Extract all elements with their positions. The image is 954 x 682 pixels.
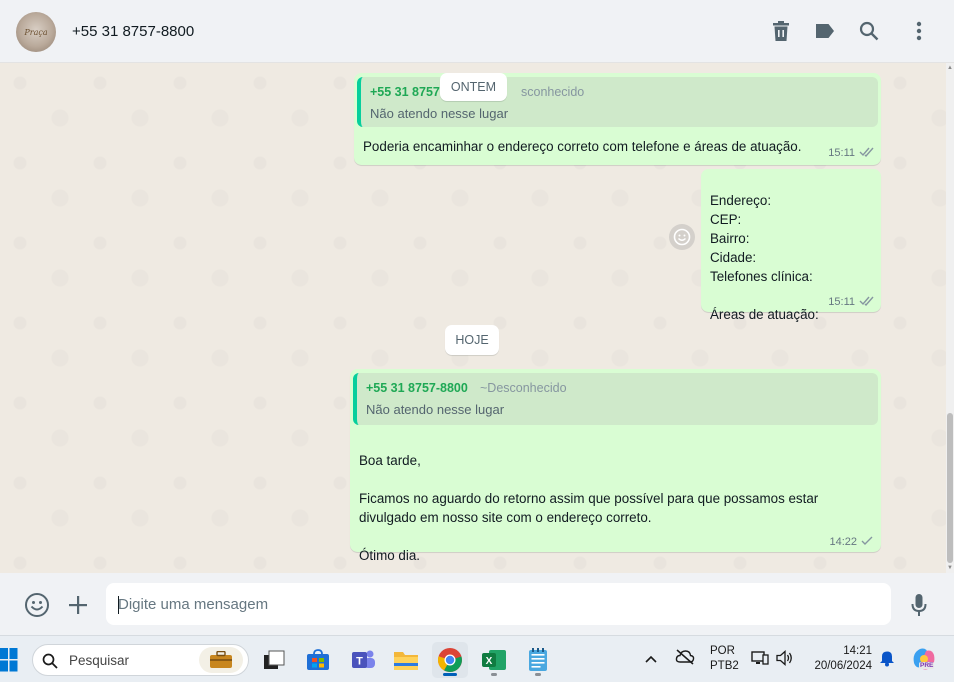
microphone-icon[interactable] xyxy=(905,591,933,619)
message-meta: 15:11 xyxy=(828,295,875,309)
line-closing: Ótimo dia. xyxy=(359,548,421,563)
search-label: Pesquisar xyxy=(69,653,130,668)
line-areas: Áreas de atuação: xyxy=(710,307,819,322)
line-greeting: Boa tarde, xyxy=(359,453,421,468)
running-app-indicator xyxy=(535,673,541,676)
running-app-indicator xyxy=(491,673,497,676)
quote-author: +55 31 8757-8800 xyxy=(366,381,468,395)
language-indicator[interactable]: POR PTB2 xyxy=(710,645,739,672)
quote-text: Não atendo nesse lugar xyxy=(370,106,509,121)
line-city: Cidade: xyxy=(710,250,757,265)
file-explorer-icon[interactable] xyxy=(388,642,424,678)
cloud-offline-icon[interactable] xyxy=(675,649,695,670)
task-view-icon[interactable] xyxy=(256,642,292,678)
message-time: 14:22 xyxy=(829,536,857,548)
copilot-badge: PRE xyxy=(919,662,935,669)
attach-plus-icon[interactable] xyxy=(64,591,92,619)
windows-start-icon[interactable] xyxy=(0,648,18,672)
quoted-message[interactable]: +55 31 8757-8800 ~Desconhecido Não atend… xyxy=(353,373,878,425)
message-list: +55 31 8757 sconhecido Não atendo nesse … xyxy=(0,63,946,573)
message-text: Endereço: CEP: Bairro: Cidade: Telefones… xyxy=(710,172,819,324)
network-icon[interactable] xyxy=(751,650,769,671)
avatar-text: Praça xyxy=(24,27,48,37)
chat-header: Praça +55 31 8757-8800 xyxy=(0,0,954,63)
quote-subtitle: sconhecido xyxy=(521,85,585,99)
message-text: Boa tarde, Ficamos no aguardo do retorno… xyxy=(359,432,818,565)
scrollbar-thumb[interactable] xyxy=(947,413,953,563)
emoji-icon[interactable] xyxy=(23,591,51,619)
message-meta: 15:11 xyxy=(828,146,875,160)
line-cep: CEP: xyxy=(710,212,742,227)
search-icon[interactable] xyxy=(856,18,882,44)
composer-bar xyxy=(0,573,954,635)
line-body-2: divulgado em nosso site com o endereço c… xyxy=(359,510,652,525)
message-bubble[interactable]: Endereço: CEP: Bairro: Cidade: Telefones… xyxy=(701,169,881,322)
clock-date: 20/06/2024 xyxy=(814,660,872,672)
message-time: 15:11 xyxy=(828,296,855,308)
excel-icon[interactable]: X xyxy=(476,642,512,678)
menu-icon[interactable] xyxy=(906,18,932,44)
language-top: POR xyxy=(710,645,735,657)
line-address: Endereço: xyxy=(710,193,772,208)
react-emoji-button[interactable] xyxy=(669,224,695,250)
briefcase-icon[interactable] xyxy=(199,647,243,673)
quoted-message[interactable]: +55 31 8757 sconhecido Não atendo nesse … xyxy=(357,77,878,127)
date-divider-today: HOJE xyxy=(445,325,499,355)
message-input[interactable] xyxy=(106,583,891,625)
chrome-icon[interactable] xyxy=(432,642,468,678)
double-check-icon xyxy=(859,146,875,160)
clock[interactable]: 14:21 20/06/2024 xyxy=(808,645,872,672)
line-phones: Telefones clínica: xyxy=(710,269,813,284)
active-app-indicator xyxy=(443,673,457,676)
message-meta: 14:22 xyxy=(829,535,873,549)
text-caret xyxy=(118,596,119,614)
quote-text: Não atendo nesse lugar xyxy=(366,402,505,417)
svg-text:T: T xyxy=(356,656,363,668)
message-bubble[interactable]: +55 31 8757-8800 ~Desconhecido Não atend… xyxy=(350,369,881,563)
teams-icon[interactable]: T xyxy=(345,642,381,678)
clock-time: 14:21 xyxy=(843,645,872,657)
double-check-icon xyxy=(859,295,875,309)
message-text: Poderia encaminhar o endereço correto co… xyxy=(363,139,802,154)
quote-subtitle: ~Desconhecido xyxy=(480,381,567,395)
scroll-up-arrow-icon[interactable]: ▲ xyxy=(946,65,954,71)
notification-bell-icon[interactable] xyxy=(879,649,895,672)
show-hidden-icons-chevron-icon[interactable] xyxy=(644,651,658,669)
copilot-icon[interactable]: PRE xyxy=(910,645,938,673)
line-body-1: Ficamos no aguardo do retorno assim que … xyxy=(359,491,819,506)
single-check-icon xyxy=(861,535,873,549)
delete-icon[interactable] xyxy=(768,18,794,44)
scroll-down-arrow-icon[interactable]: ▼ xyxy=(946,565,954,571)
message-time: 15:11 xyxy=(828,147,855,159)
search-icon xyxy=(42,653,58,669)
contact-avatar[interactable]: Praça xyxy=(16,12,56,52)
volume-icon[interactable] xyxy=(776,650,794,671)
date-divider-yesterday: ONTEM xyxy=(440,73,507,101)
quote-author: +55 31 8757 xyxy=(370,85,440,99)
store-icon[interactable] xyxy=(300,642,336,678)
svg-text:X: X xyxy=(486,656,493,667)
notepad-icon[interactable] xyxy=(520,642,556,678)
message-bubble[interactable]: +55 31 8757 sconhecido Não atendo nesse … xyxy=(354,73,881,165)
line-neighborhood: Bairro: xyxy=(710,231,750,246)
windows-taskbar: Pesquisar T X POR PTB2 14:21 20/06/2024 … xyxy=(0,635,954,682)
taskbar-search[interactable]: Pesquisar xyxy=(32,644,249,676)
language-bottom: PTB2 xyxy=(710,660,739,672)
label-icon[interactable] xyxy=(812,18,838,44)
contact-name[interactable]: +55 31 8757-8800 xyxy=(72,23,194,40)
chat-scrollbar[interactable]: ▲ ▼ xyxy=(946,63,954,573)
